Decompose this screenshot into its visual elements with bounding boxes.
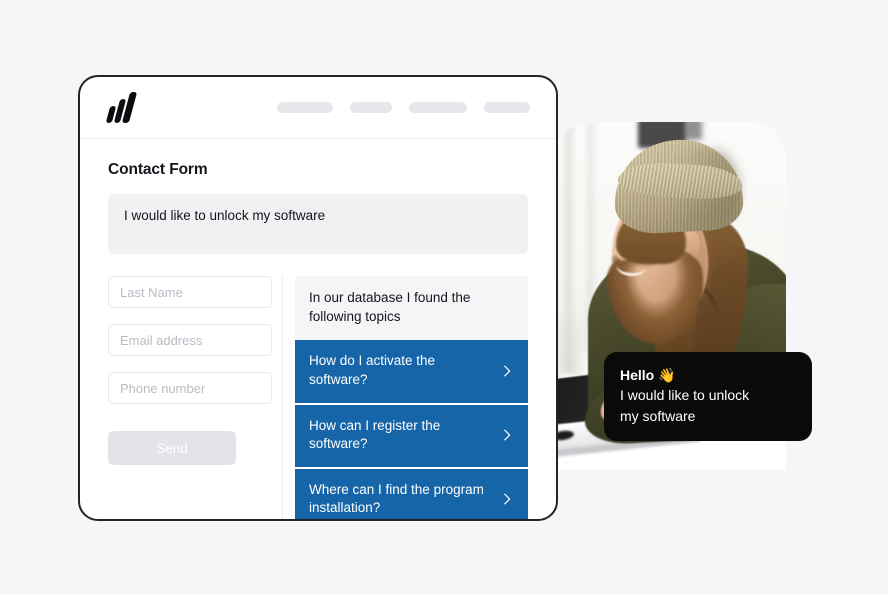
form-columns: Send In our database I found the followi… — [108, 276, 528, 519]
topic-item-3[interactable]: Where can I find the program installatio… — [295, 468, 528, 519]
chat-bubble-line-1: I would like to unlock — [620, 387, 750, 404]
topics-column: In our database I found the following to… — [295, 276, 528, 519]
topic-item-1[interactable]: How do I activate the software? — [295, 340, 528, 405]
nav-placeholders — [277, 102, 530, 113]
topic-item-label: How can I register the software? — [309, 417, 441, 452]
topic-item-label: How do I activate the software? — [309, 353, 436, 387]
window-left-shadow — [556, 310, 582, 380]
nav-placeholder-4[interactable] — [484, 102, 530, 113]
card-header — [80, 77, 556, 139]
chat-bubble-greeting-row: Hello 👋 — [620, 365, 796, 385]
page-title: Contact Form — [108, 161, 208, 178]
phone-field[interactable] — [108, 372, 272, 404]
nav-placeholder-3[interactable] — [409, 102, 467, 113]
nav-placeholder-1[interactable] — [277, 102, 333, 113]
three-slanted-bars-logo[interactable] — [105, 91, 138, 123]
chat-bubble-line-2: my software — [620, 407, 696, 424]
chat-bubble-greeting: Hello — [620, 367, 655, 383]
topic-item-label: Where can I find the program installatio… — [309, 481, 484, 516]
nav-placeholder-2[interactable] — [350, 102, 392, 113]
chevron-right-icon — [504, 493, 511, 505]
form-fields-column: Send — [108, 276, 272, 519]
screenshot-stage: Contact Form I would like to unlock my s… — [0, 0, 888, 594]
send-button[interactable]: Send — [108, 431, 236, 465]
topics-list: In our database I found the following to… — [295, 276, 528, 519]
topics-heading: In our database I found the following to… — [295, 276, 528, 341]
email-field[interactable] — [108, 324, 272, 356]
logo-bar-3 — [121, 91, 138, 123]
contact-form-card: Contact Form I would like to unlock my s… — [78, 75, 558, 521]
last-name-field[interactable] — [108, 276, 272, 308]
ceiling-dark-panel-2 — [684, 122, 702, 140]
chevron-right-icon — [504, 429, 511, 441]
message-textarea[interactable]: I would like to unlock my software — [108, 194, 528, 254]
topic-item-2[interactable]: How can I register the software? — [295, 404, 528, 469]
card-body: Contact Form I would like to unlock my s… — [80, 139, 556, 519]
column-divider — [282, 276, 283, 519]
chat-bubble: Hello 👋 I would like to unlock my softwa… — [604, 352, 812, 442]
chevron-right-icon — [504, 365, 511, 377]
waving-hand-icon: 👋 — [658, 367, 676, 383]
